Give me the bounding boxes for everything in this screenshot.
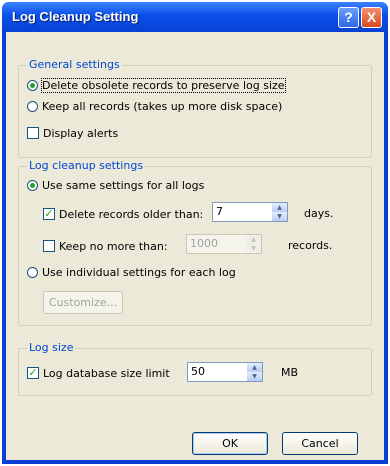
delete-obsolete-option[interactable]: Delete obsolete records to preserve log … xyxy=(27,77,286,93)
delete-older-checkbox[interactable]: ✓ xyxy=(43,208,55,220)
customize-button[interactable]: Customize... xyxy=(43,291,123,314)
keep-no-more-checkbox[interactable] xyxy=(43,240,55,252)
same-settings-option[interactable]: Use same settings for all logs xyxy=(27,178,204,192)
general-settings-group: General settings Delete obsolete records… xyxy=(18,58,372,158)
keep-no-more-option[interactable]: Keep no more than: xyxy=(43,239,168,253)
size-limit-label: Log database size limit xyxy=(43,366,170,380)
dialog-body: General settings Delete obsolete records… xyxy=(6,32,384,460)
spin-down-icon[interactable]: ▼ xyxy=(247,372,262,381)
spin-down-icon[interactable]: ▼ xyxy=(272,212,287,221)
individual-settings-radio[interactable] xyxy=(27,266,38,278)
close-icon: X xyxy=(366,9,377,25)
log-cleanup-legend: Log cleanup settings xyxy=(27,159,146,172)
days-unit-label: days. xyxy=(304,207,334,220)
keep-all-label: Keep all records (takes up more disk spa… xyxy=(42,99,283,113)
delete-obsolete-radio[interactable] xyxy=(27,79,38,91)
keep-no-more-label: Keep no more than: xyxy=(59,239,168,253)
individual-settings-option[interactable]: Use individual settings for each log xyxy=(27,265,236,279)
display-alerts-option[interactable]: Display alerts xyxy=(27,126,118,140)
ok-button[interactable]: OK xyxy=(192,432,268,455)
same-settings-radio[interactable] xyxy=(27,179,38,191)
window-title: Log Cleanup Setting xyxy=(12,9,139,24)
keep-all-radio[interactable] xyxy=(27,100,38,112)
keep-all-option[interactable]: Keep all records (takes up more disk spa… xyxy=(27,99,282,113)
log-size-legend: Log size xyxy=(27,341,76,354)
individual-settings-label: Use individual settings for each log xyxy=(42,265,236,279)
size-limit-spinner[interactable]: 50 ▲ ▼ xyxy=(187,362,263,382)
size-limit-option[interactable]: ✓ Log database size limit xyxy=(27,366,170,380)
log-size-group: Log size ✓ Log database size limit 50 ▲ ▼… xyxy=(18,341,372,396)
delete-older-days-spinner[interactable]: 7 ▲ ▼ xyxy=(212,202,288,222)
close-button[interactable]: X xyxy=(361,7,382,28)
delete-obsolete-label: Delete obsolete records to preserve log … xyxy=(41,77,286,93)
same-settings-label: Use same settings for all logs xyxy=(42,178,205,192)
mb-unit-label: MB xyxy=(281,366,299,379)
spin-up-icon[interactable]: ▲ xyxy=(247,363,262,372)
display-alerts-label: Display alerts xyxy=(43,126,119,140)
delete-older-days-value: 7 xyxy=(216,205,223,218)
log-cleanup-dialog: Log Cleanup Setting ? X General settings… xyxy=(2,2,388,464)
title-bar[interactable]: Log Cleanup Setting ? X xyxy=(2,2,388,32)
help-icon: ? xyxy=(344,9,353,25)
help-button[interactable]: ? xyxy=(338,7,359,28)
size-limit-value: 50 xyxy=(191,365,205,378)
spin-down-icon[interactable]: ▼ xyxy=(246,244,261,253)
general-settings-legend: General settings xyxy=(27,58,122,71)
keep-no-more-records-spinner[interactable]: 1000 ▲ ▼ xyxy=(186,234,262,254)
keep-no-more-records-value: 1000 xyxy=(190,237,218,250)
spin-up-icon[interactable]: ▲ xyxy=(246,235,261,244)
delete-older-option[interactable]: ✓ Delete records older than: xyxy=(43,207,203,221)
cancel-button[interactable]: Cancel xyxy=(282,432,358,455)
size-limit-checkbox[interactable]: ✓ xyxy=(27,367,39,379)
display-alerts-checkbox[interactable] xyxy=(27,127,39,139)
log-cleanup-group: Log cleanup settings Use same settings f… xyxy=(18,159,372,326)
records-unit-label: records. xyxy=(288,239,333,252)
delete-older-label: Delete records older than: xyxy=(59,207,204,221)
spin-up-icon[interactable]: ▲ xyxy=(272,203,287,212)
